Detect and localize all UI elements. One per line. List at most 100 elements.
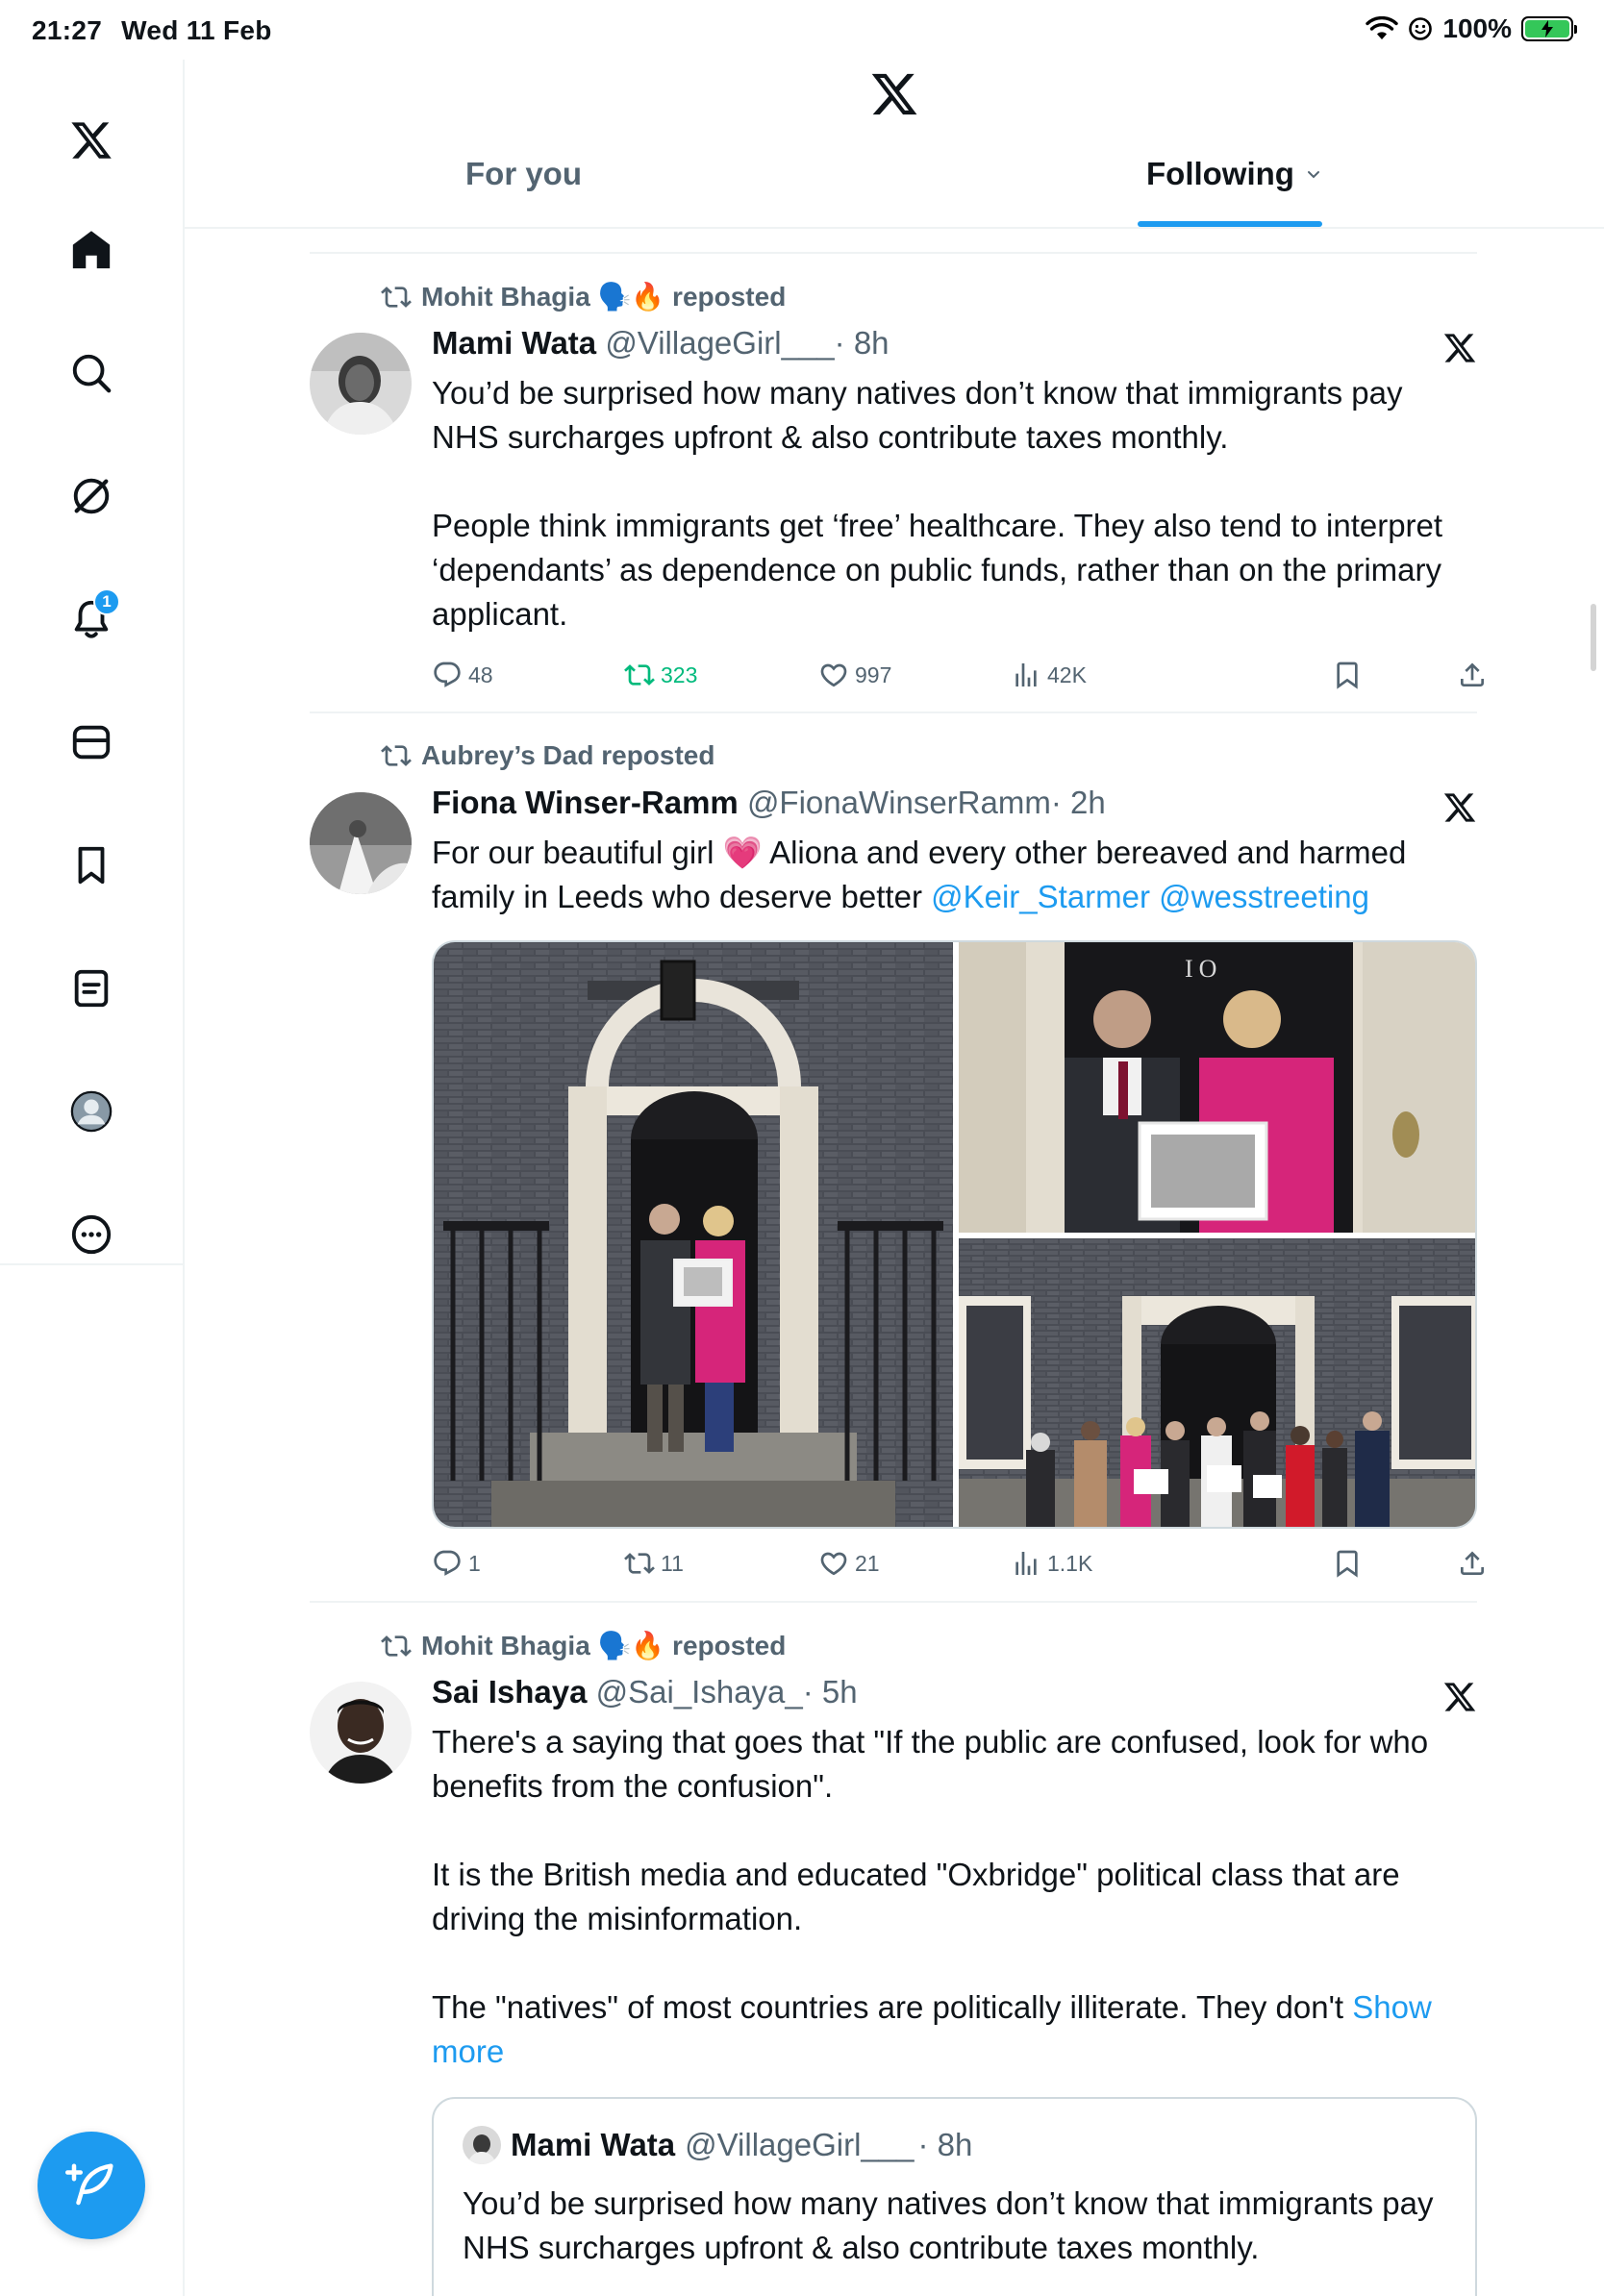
scrollbar[interactable]: [1591, 604, 1596, 671]
bookmarks-icon[interactable]: [61, 835, 122, 896]
bookmark-button[interactable]: [1332, 1548, 1363, 1579]
post-header: Fiona Winser-Ramm @FionaWinserRamm· 2h: [432, 785, 1106, 821]
notifications-bell-icon[interactable]: 1: [61, 588, 122, 650]
post-paragraph: It is the British media and educated "Ox…: [432, 1857, 1400, 1936]
heart-icon: [820, 1552, 847, 1576]
like-button[interactable]: 21: [818, 1548, 880, 1579]
battery-icon: [1521, 16, 1577, 41]
author-handle[interactable]: @Sai_Ishaya_: [596, 1674, 803, 1710]
post-header: Mami Wata @VillageGirl___· 8h: [432, 325, 890, 362]
bookmark-button[interactable]: [1332, 660, 1363, 690]
post-photo[interactable]: [959, 1238, 1475, 1527]
quoted-post[interactable]: Mami Wata @VillageGirl___ · 8h You’d be s…: [432, 2097, 1477, 2296]
more-icon[interactable]: [61, 1204, 122, 1265]
post-text-content: The "natives" of most countries are poli…: [432, 1989, 1353, 2025]
status-bar: 21:27 Wed 11 Feb 100%: [0, 0, 1604, 60]
avatar[interactable]: [310, 792, 412, 894]
post-text: There's a saying that goes that "If the …: [432, 1720, 1477, 2074]
views-button[interactable]: 1.1K: [1011, 1548, 1092, 1579]
repost-icon: [624, 1553, 655, 1574]
repost-icon: [624, 664, 655, 686]
post-time: · 2h: [1050, 785, 1106, 820]
status-time: 21:27: [32, 15, 103, 45]
post-header: Sai Ishaya @Sai_Ishaya_· 5h: [432, 1674, 858, 1710]
quoted-post-time: · 8h: [917, 2127, 973, 2162]
post[interactable]: Mohit Bhagia 🗣️🔥 reposted Mami Wata @Vil…: [310, 252, 1484, 711]
avatar[interactable]: [310, 1682, 412, 1784]
compose-post-button[interactable]: [38, 2132, 145, 2239]
avatar[interactable]: [310, 333, 412, 435]
repost-button[interactable]: 11: [624, 1548, 684, 1579]
share-icon: [1461, 662, 1484, 686]
reply-button[interactable]: 48: [432, 660, 493, 690]
repost-context-text: Mohit Bhagia 🗣️🔥 reposted: [421, 282, 787, 312]
author-name[interactable]: Mami Wata: [432, 325, 596, 361]
author-handle[interactable]: @FionaWinserRamm: [747, 785, 1051, 820]
profile-avatar-icon[interactable]: [61, 1081, 122, 1142]
grok-icon[interactable]: [61, 465, 122, 527]
repost-context[interactable]: Mohit Bhagia 🗣️🔥 reposted: [381, 281, 786, 312]
views-chart-icon: [1015, 1552, 1037, 1575]
x-logo-icon: [871, 73, 917, 115]
views-button[interactable]: 42K: [1011, 660, 1087, 690]
author-name[interactable]: Sai Ishaya: [432, 1674, 587, 1710]
post-actions: 1 11 21 1.1K: [432, 1548, 1484, 1586]
share-button[interactable]: [1457, 1548, 1488, 1579]
battery-percent: 100%: [1442, 13, 1512, 43]
post[interactable]: Mohit Bhagia 🗣️🔥 reposted Sai Ishaya @Sa…: [310, 1601, 1477, 2296]
repost-context-text: Mohit Bhagia 🗣️🔥 reposted: [421, 1631, 787, 1660]
post-paragraph: You’d be surprised how many natives don’…: [432, 375, 1403, 455]
share-button[interactable]: [1457, 660, 1488, 690]
sidebar-divider: [0, 1263, 183, 1265]
quoted-author-handle: @VillageGirl___: [685, 2127, 915, 2162]
bookmark-icon: [1337, 661, 1358, 689]
repost-count: 11: [661, 1550, 684, 1576]
tab-following[interactable]: Following: [1146, 156, 1323, 192]
timeline-header: For you Following: [185, 60, 1604, 229]
quoted-post-header: Mami Wata @VillageGirl___ · 8h: [463, 2126, 972, 2164]
avatar: [463, 2126, 501, 2164]
post-photo[interactable]: IO: [959, 942, 1475, 1233]
tab-for-you[interactable]: For you: [465, 156, 582, 192]
bookmark-icon: [1337, 1550, 1358, 1578]
repost-icon: [381, 745, 412, 766]
quoted-author-name: Mami Wata: [511, 2127, 676, 2162]
post-paragraph: For our beautiful girl 💗 Aliona and ever…: [432, 831, 1477, 919]
author-name[interactable]: Fiona Winser-Ramm: [432, 785, 739, 820]
reply-count: 48: [468, 661, 493, 687]
mention-link[interactable]: @wesstreeting: [1159, 879, 1369, 914]
post-time: · 8h: [834, 325, 890, 361]
x-logo-icon[interactable]: [61, 110, 122, 171]
repost-count: 323: [661, 661, 698, 687]
reply-button[interactable]: 1: [432, 1548, 481, 1579]
lists-icon[interactable]: [61, 958, 122, 1019]
repost-button[interactable]: 323: [624, 660, 697, 690]
post-text: You’d be surprised how many natives don’…: [432, 371, 1477, 636]
repost-icon: [381, 1635, 412, 1657]
post-photo[interactable]: [434, 942, 953, 1527]
compose-feather-icon: [65, 2163, 113, 2206]
views-count: 42K: [1047, 661, 1087, 687]
repost-context-text: Aubrey’s Dad reposted: [421, 740, 715, 770]
like-button[interactable]: 997: [818, 660, 891, 690]
post-paragraph: People think immigrants get ‘free’ healt…: [432, 508, 1443, 632]
mention-link[interactable]: @Keir_Starmer: [931, 879, 1150, 914]
views-count: 1.1K: [1047, 1550, 1093, 1576]
search-icon[interactable]: [61, 342, 122, 404]
like-count: 997: [855, 661, 892, 687]
home-icon[interactable]: [61, 219, 122, 281]
repost-context[interactable]: Mohit Bhagia 🗣️🔥 reposted: [381, 1630, 786, 1661]
post-paragraph: There's a saying that goes that "If the …: [432, 1724, 1429, 1804]
views-chart-icon: [1015, 663, 1037, 686]
repost-icon: [381, 286, 412, 308]
x-logo-icon: [1443, 1683, 1476, 1711]
x-logo-icon: [1443, 334, 1476, 362]
sidebar: 1: [0, 60, 185, 2296]
messages-icon[interactable]: [61, 711, 122, 773]
repost-context[interactable]: Aubrey’s Dad reposted: [381, 740, 714, 771]
author-handle[interactable]: @VillageGirl___: [605, 325, 834, 361]
status-indicators: 100%: [1366, 13, 1577, 44]
heart-icon: [820, 663, 847, 687]
tab-active-indicator: [1138, 221, 1322, 227]
post[interactable]: Aubrey’s Dad reposted Fiona Winser-Ramm …: [310, 711, 1484, 1601]
